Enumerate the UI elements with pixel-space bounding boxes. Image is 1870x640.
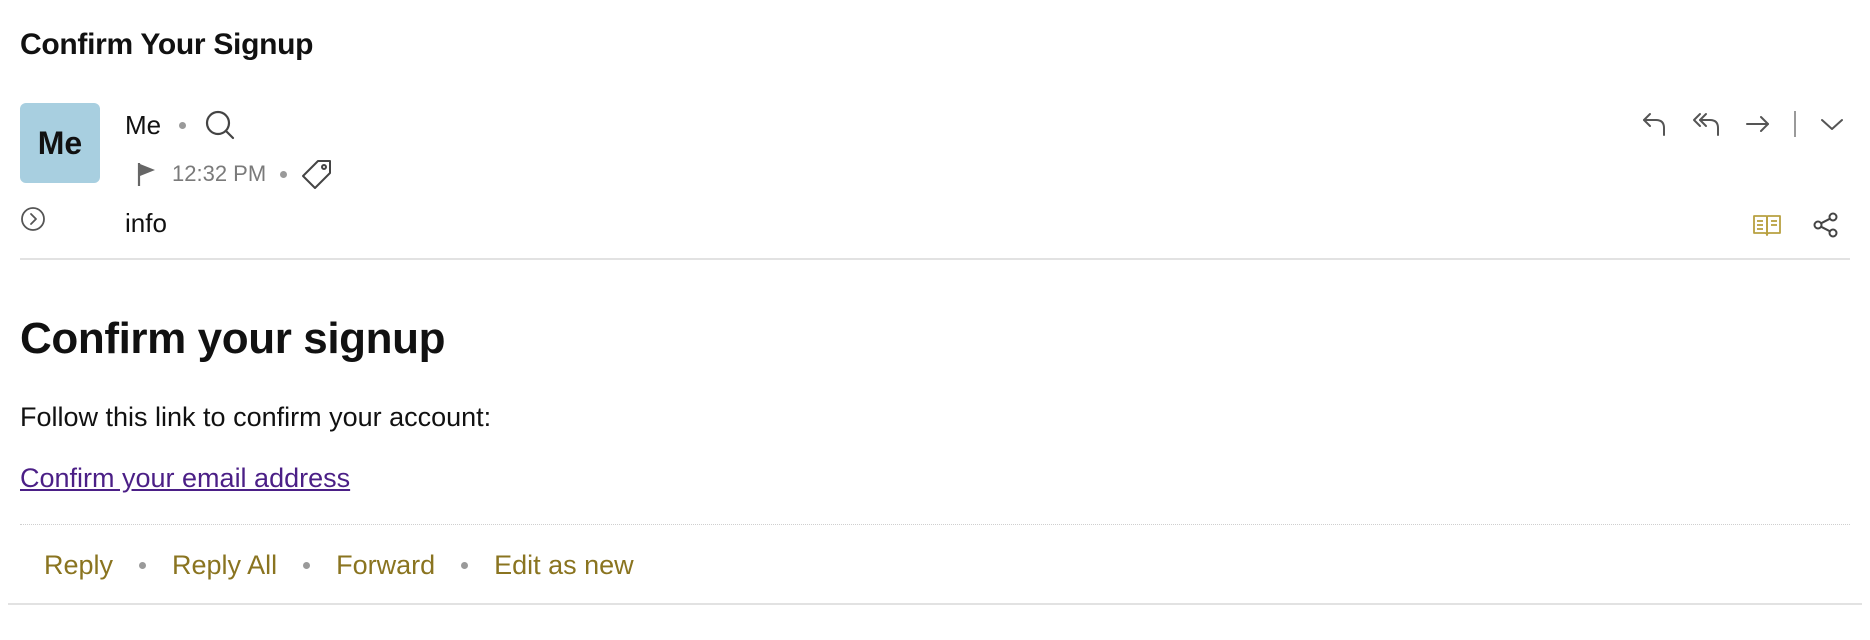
separator-dot: [179, 121, 187, 129]
meta-row: 12:32 PM: [136, 156, 333, 192]
reply-icon[interactable]: [1640, 110, 1668, 138]
separator-dot: [303, 561, 311, 569]
header-actions: [1640, 106, 1846, 142]
search-icon[interactable]: [204, 109, 236, 141]
sender-name[interactable]: Me: [125, 110, 161, 141]
message-view: Confirm Your Signup Me Me 12:32 PM info …: [0, 0, 1870, 640]
avatar-initials: Me: [37, 124, 83, 161]
footer-divider: [8, 603, 1862, 605]
forward-button[interactable]: Forward: [336, 550, 435, 581]
separator-dot: [461, 561, 469, 569]
separator-dot: [280, 170, 288, 178]
sender-row: Me: [125, 106, 236, 144]
recipient[interactable]: info: [125, 208, 167, 239]
body-text: Follow this link to confirm your account…: [20, 402, 492, 432]
body-heading: Confirm your signup: [20, 314, 446, 363]
toolbar-divider: [1794, 111, 1796, 137]
confirm-email-link[interactable]: Confirm your email address: [20, 463, 350, 494]
reply-all-icon[interactable]: [1690, 110, 1722, 138]
message-subject: Confirm Your Signup: [20, 28, 314, 61]
reply-button[interactable]: Reply: [44, 550, 113, 581]
header-divider: [20, 258, 1850, 260]
edit-as-new-button[interactable]: Edit as new: [494, 550, 634, 581]
separator-dot: [139, 561, 147, 569]
quick-actions: Reply Reply All Forward Edit as new: [44, 545, 634, 585]
reply-all-button[interactable]: Reply All: [172, 550, 277, 581]
flag-icon[interactable]: [136, 161, 158, 187]
message-tools: [1752, 208, 1840, 242]
message-time: 12:32 PM: [172, 161, 267, 186]
avatar[interactable]: Me: [20, 103, 100, 183]
expand-recipients-icon[interactable]: [20, 206, 46, 232]
tag-icon[interactable]: [301, 158, 333, 190]
body-divider: [20, 524, 1850, 525]
reader-view-book-icon[interactable]: [1752, 212, 1782, 238]
more-chevron-down-icon[interactable]: [1818, 110, 1846, 138]
forward-icon[interactable]: [1744, 110, 1772, 138]
share-icon[interactable]: [1812, 211, 1840, 239]
